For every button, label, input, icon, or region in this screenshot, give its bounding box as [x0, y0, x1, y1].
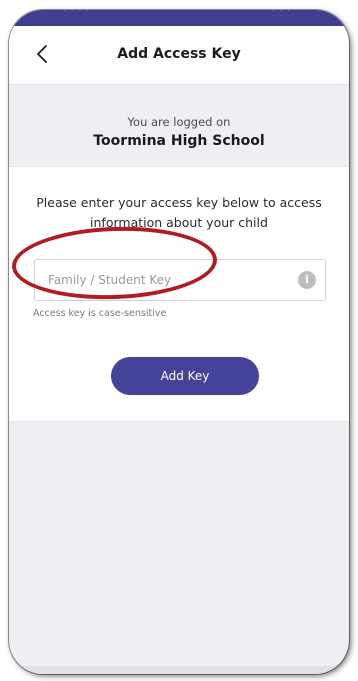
bottom-bar — [9, 666, 349, 674]
status-right: · · · — [271, 10, 291, 16]
school-name: Toormina High School — [93, 133, 265, 149]
header: Add Access Key — [9, 26, 349, 85]
logged-on-label: You are logged on — [127, 115, 231, 129]
phone-frame: · · · · · · · Add Access Key You are log… — [9, 10, 349, 674]
access-key-input[interactable] — [35, 260, 298, 300]
login-info: You are logged on Toormina High School — [9, 85, 349, 175]
access-key-field: i — [34, 259, 326, 301]
status-bar: · · · · · · · — [9, 10, 349, 26]
instructions-text: Please enter your access key below to ac… — [36, 195, 322, 230]
case-sensitive-hint: Access key is case-sensitive — [33, 308, 167, 319]
add-key-button[interactable]: Add Key — [111, 357, 259, 395]
access-key-card: Please enter your access key below to ac… — [9, 166, 349, 422]
page-title: Add Access Key — [117, 46, 241, 62]
info-icon[interactable]: i — [298, 271, 316, 289]
status-left: · · · · — [63, 10, 91, 16]
